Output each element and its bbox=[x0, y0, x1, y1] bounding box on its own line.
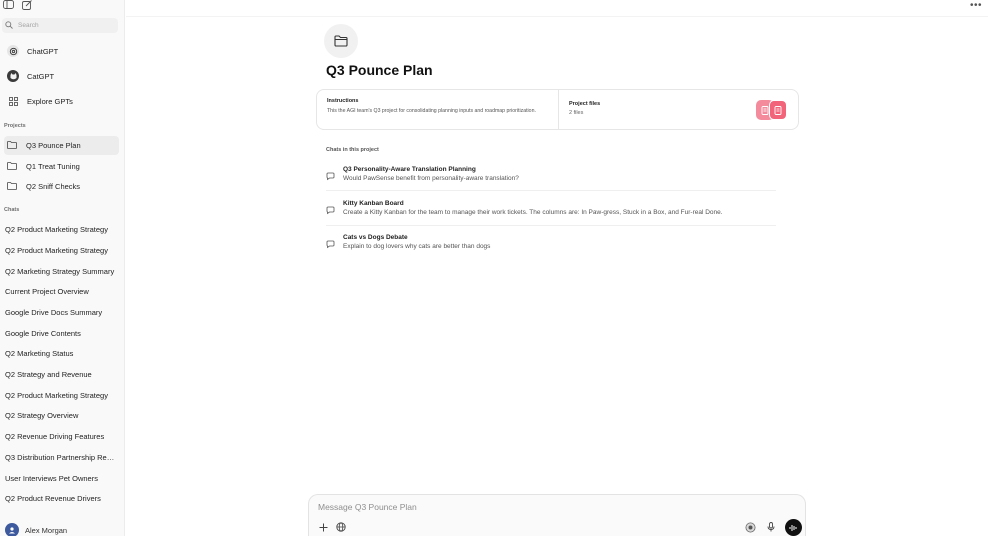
nav-item-catgpt[interactable]: CatGPT bbox=[4, 65, 120, 87]
nav-item-label: ChatGPT bbox=[27, 46, 59, 56]
waveform-icon bbox=[789, 524, 797, 531]
chat-history-item[interactable]: Google Drive Contents bbox=[5, 329, 117, 338]
chat-history-item[interactable]: Google Drive Docs Summary bbox=[5, 308, 117, 317]
new-chat-icon[interactable] bbox=[22, 0, 34, 10]
file-thumbnails bbox=[756, 100, 788, 120]
chat-history-item[interactable]: Q2 Product Marketing Strategy bbox=[5, 391, 117, 400]
chat-bubble-icon bbox=[326, 172, 336, 182]
project-cards: Instructions This the AGI team's Q3 proj… bbox=[316, 89, 799, 130]
microphone-icon[interactable] bbox=[765, 521, 777, 533]
project-folder-icon bbox=[324, 24, 358, 58]
project-item-label: Q1 Treat Tuning bbox=[26, 162, 80, 171]
chat-history-item[interactable]: Q2 Strategy Overview bbox=[5, 411, 117, 420]
user-profile[interactable]: Alex Morgan bbox=[5, 523, 67, 536]
chat-bubble-icon bbox=[326, 206, 336, 216]
document-file-icon bbox=[769, 100, 787, 120]
folder-icon bbox=[7, 161, 17, 172]
chat-history-item[interactable]: Q3 Distribution Partnership Research bbox=[5, 453, 117, 462]
sidebar: Search ChatGPT CatGPT Explore GPTs Proje… bbox=[0, 0, 125, 536]
project-chat-subtitle: Explain to dog lovers why cats are bette… bbox=[343, 243, 491, 250]
globe-icon[interactable] bbox=[335, 521, 347, 533]
project-chat-title: Q3 Personality-Aware Translation Plannin… bbox=[343, 166, 476, 173]
message-composer[interactable]: Message Q3 Pounce Plan bbox=[308, 494, 806, 536]
header-divider bbox=[126, 16, 988, 17]
instructions-heading: Instructions bbox=[327, 98, 359, 104]
projects-section-label: Projects bbox=[4, 123, 26, 129]
chat-history-item[interactable]: Q2 Strategy and Revenue bbox=[5, 370, 117, 379]
project-chat-item[interactable]: Cats vs Dogs Debate Explain to dog lover… bbox=[326, 234, 776, 262]
chat-history-item[interactable]: Q2 Product Marketing Strategy bbox=[5, 225, 117, 234]
project-item-q2-sniff-checks[interactable]: Q2 Sniff Checks bbox=[4, 177, 119, 196]
connector-icon[interactable] bbox=[744, 521, 756, 533]
project-chat-title: Cats vs Dogs Debate bbox=[343, 234, 408, 241]
instructions-card[interactable]: Instructions This the AGI team's Q3 proj… bbox=[317, 90, 559, 129]
project-item-q1-treat-tuning[interactable]: Q1 Treat Tuning bbox=[4, 157, 119, 176]
nav-item-label: CatGPT bbox=[27, 71, 55, 81]
page-title[interactable]: Q3 Pounce Plan bbox=[326, 62, 433, 78]
message-input[interactable]: Message Q3 Pounce Plan bbox=[318, 502, 417, 512]
project-chat-item[interactable]: Kitty Kanban Board Create a Kitty Kanban… bbox=[326, 200, 776, 228]
project-item-label: Q2 Sniff Checks bbox=[26, 182, 81, 191]
openai-logo-icon bbox=[7, 45, 19, 57]
chat-history-item[interactable]: User Interviews Pet Owners bbox=[5, 474, 117, 483]
project-chat-subtitle: Would PawSense benefit from personality-… bbox=[343, 175, 519, 182]
sidebar-toggle-icon[interactable] bbox=[3, 0, 15, 10]
project-item-q3-pounce-plan[interactable]: Q3 Pounce Plan bbox=[4, 136, 119, 155]
project-chat-subtitle: Create a Kitty Kanban for the team to ma… bbox=[343, 209, 723, 216]
chat-history-item[interactable]: Q2 Marketing Status bbox=[5, 349, 117, 358]
chat-divider bbox=[326, 190, 776, 191]
sidebar-toolbar bbox=[0, 0, 125, 12]
avatar bbox=[5, 523, 19, 536]
grid-icon bbox=[7, 95, 19, 107]
chat-bubble-icon bbox=[326, 240, 336, 250]
project-item-label: Q3 Pounce Plan bbox=[26, 141, 81, 150]
folder-icon bbox=[7, 181, 17, 192]
chat-history-item[interactable]: Q2 Marketing Strategy Summary bbox=[5, 267, 117, 276]
more-options-icon[interactable]: ••• bbox=[970, 0, 982, 11]
search-icon bbox=[5, 20, 13, 31]
user-name: Alex Morgan bbox=[25, 525, 68, 535]
voice-mode-button[interactable] bbox=[785, 519, 802, 536]
chat-divider bbox=[326, 225, 776, 226]
nav-item-explore-gpts[interactable]: Explore GPTs bbox=[4, 90, 120, 112]
chat-history-item[interactable]: Q2 Product Revenue Drivers bbox=[5, 494, 117, 503]
chats-section-label: Chats bbox=[4, 207, 20, 213]
project-files-card[interactable]: Project files 2 files bbox=[559, 90, 798, 129]
chat-history-item[interactable]: Q2 Revenue Driving Features bbox=[5, 432, 117, 441]
project-chat-title: Kitty Kanban Board bbox=[343, 200, 404, 207]
nav-item-chatgpt[interactable]: ChatGPT bbox=[4, 40, 120, 62]
search-input[interactable]: Search bbox=[2, 18, 118, 33]
project-chats-heading: Chats in this project bbox=[326, 147, 379, 153]
chat-history-item[interactable]: Current Project Overview bbox=[5, 287, 117, 296]
folder-icon bbox=[7, 140, 17, 151]
chat-history-item[interactable]: Q2 Product Marketing Strategy bbox=[5, 246, 117, 255]
search-placeholder: Search bbox=[18, 22, 39, 29]
instructions-text: This the AGI team's Q3 project for conso… bbox=[327, 108, 536, 114]
cat-avatar-icon bbox=[7, 70, 19, 82]
plus-icon[interactable] bbox=[317, 521, 329, 533]
nav-item-label: Explore GPTs bbox=[27, 96, 73, 106]
